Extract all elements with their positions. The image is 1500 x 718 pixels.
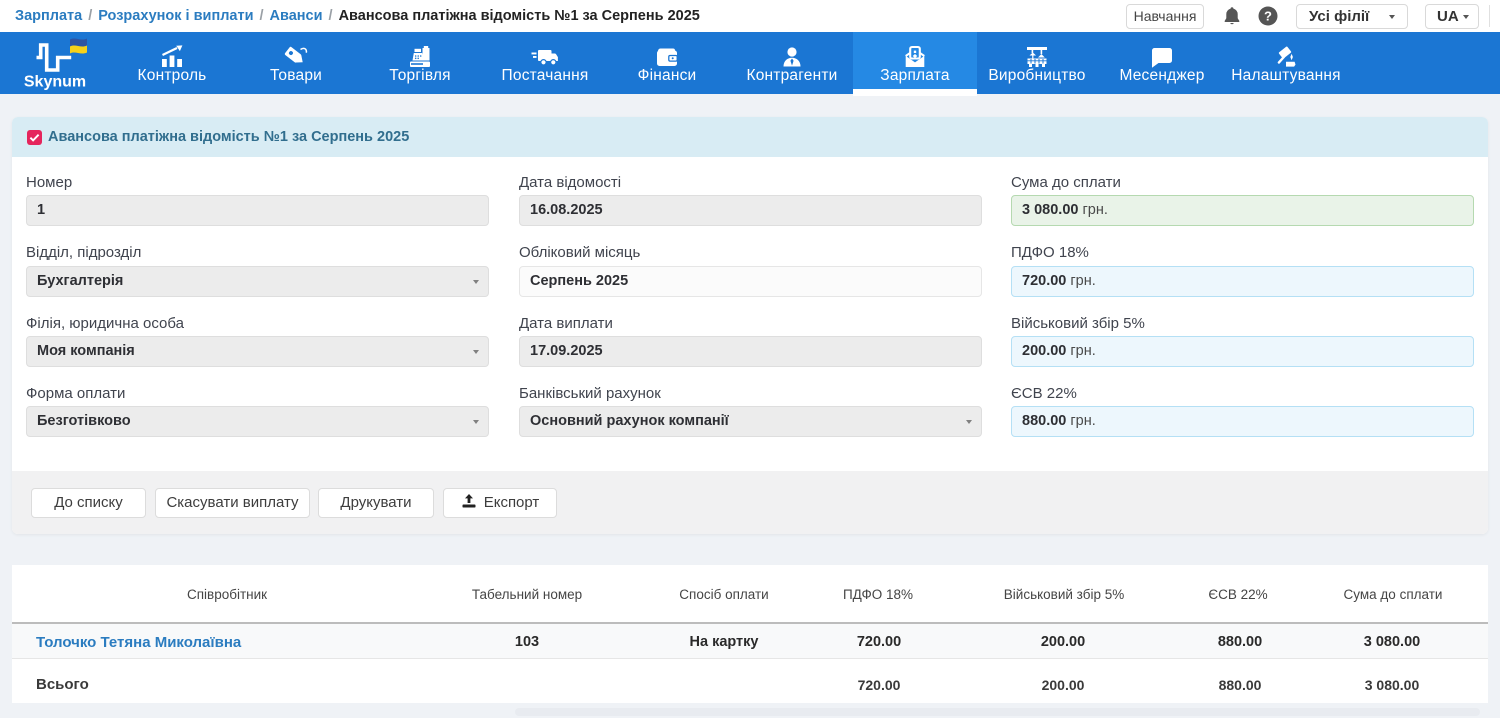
svg-text:Skynum: Skynum: [24, 74, 86, 91]
svg-text:?: ?: [1264, 8, 1272, 23]
